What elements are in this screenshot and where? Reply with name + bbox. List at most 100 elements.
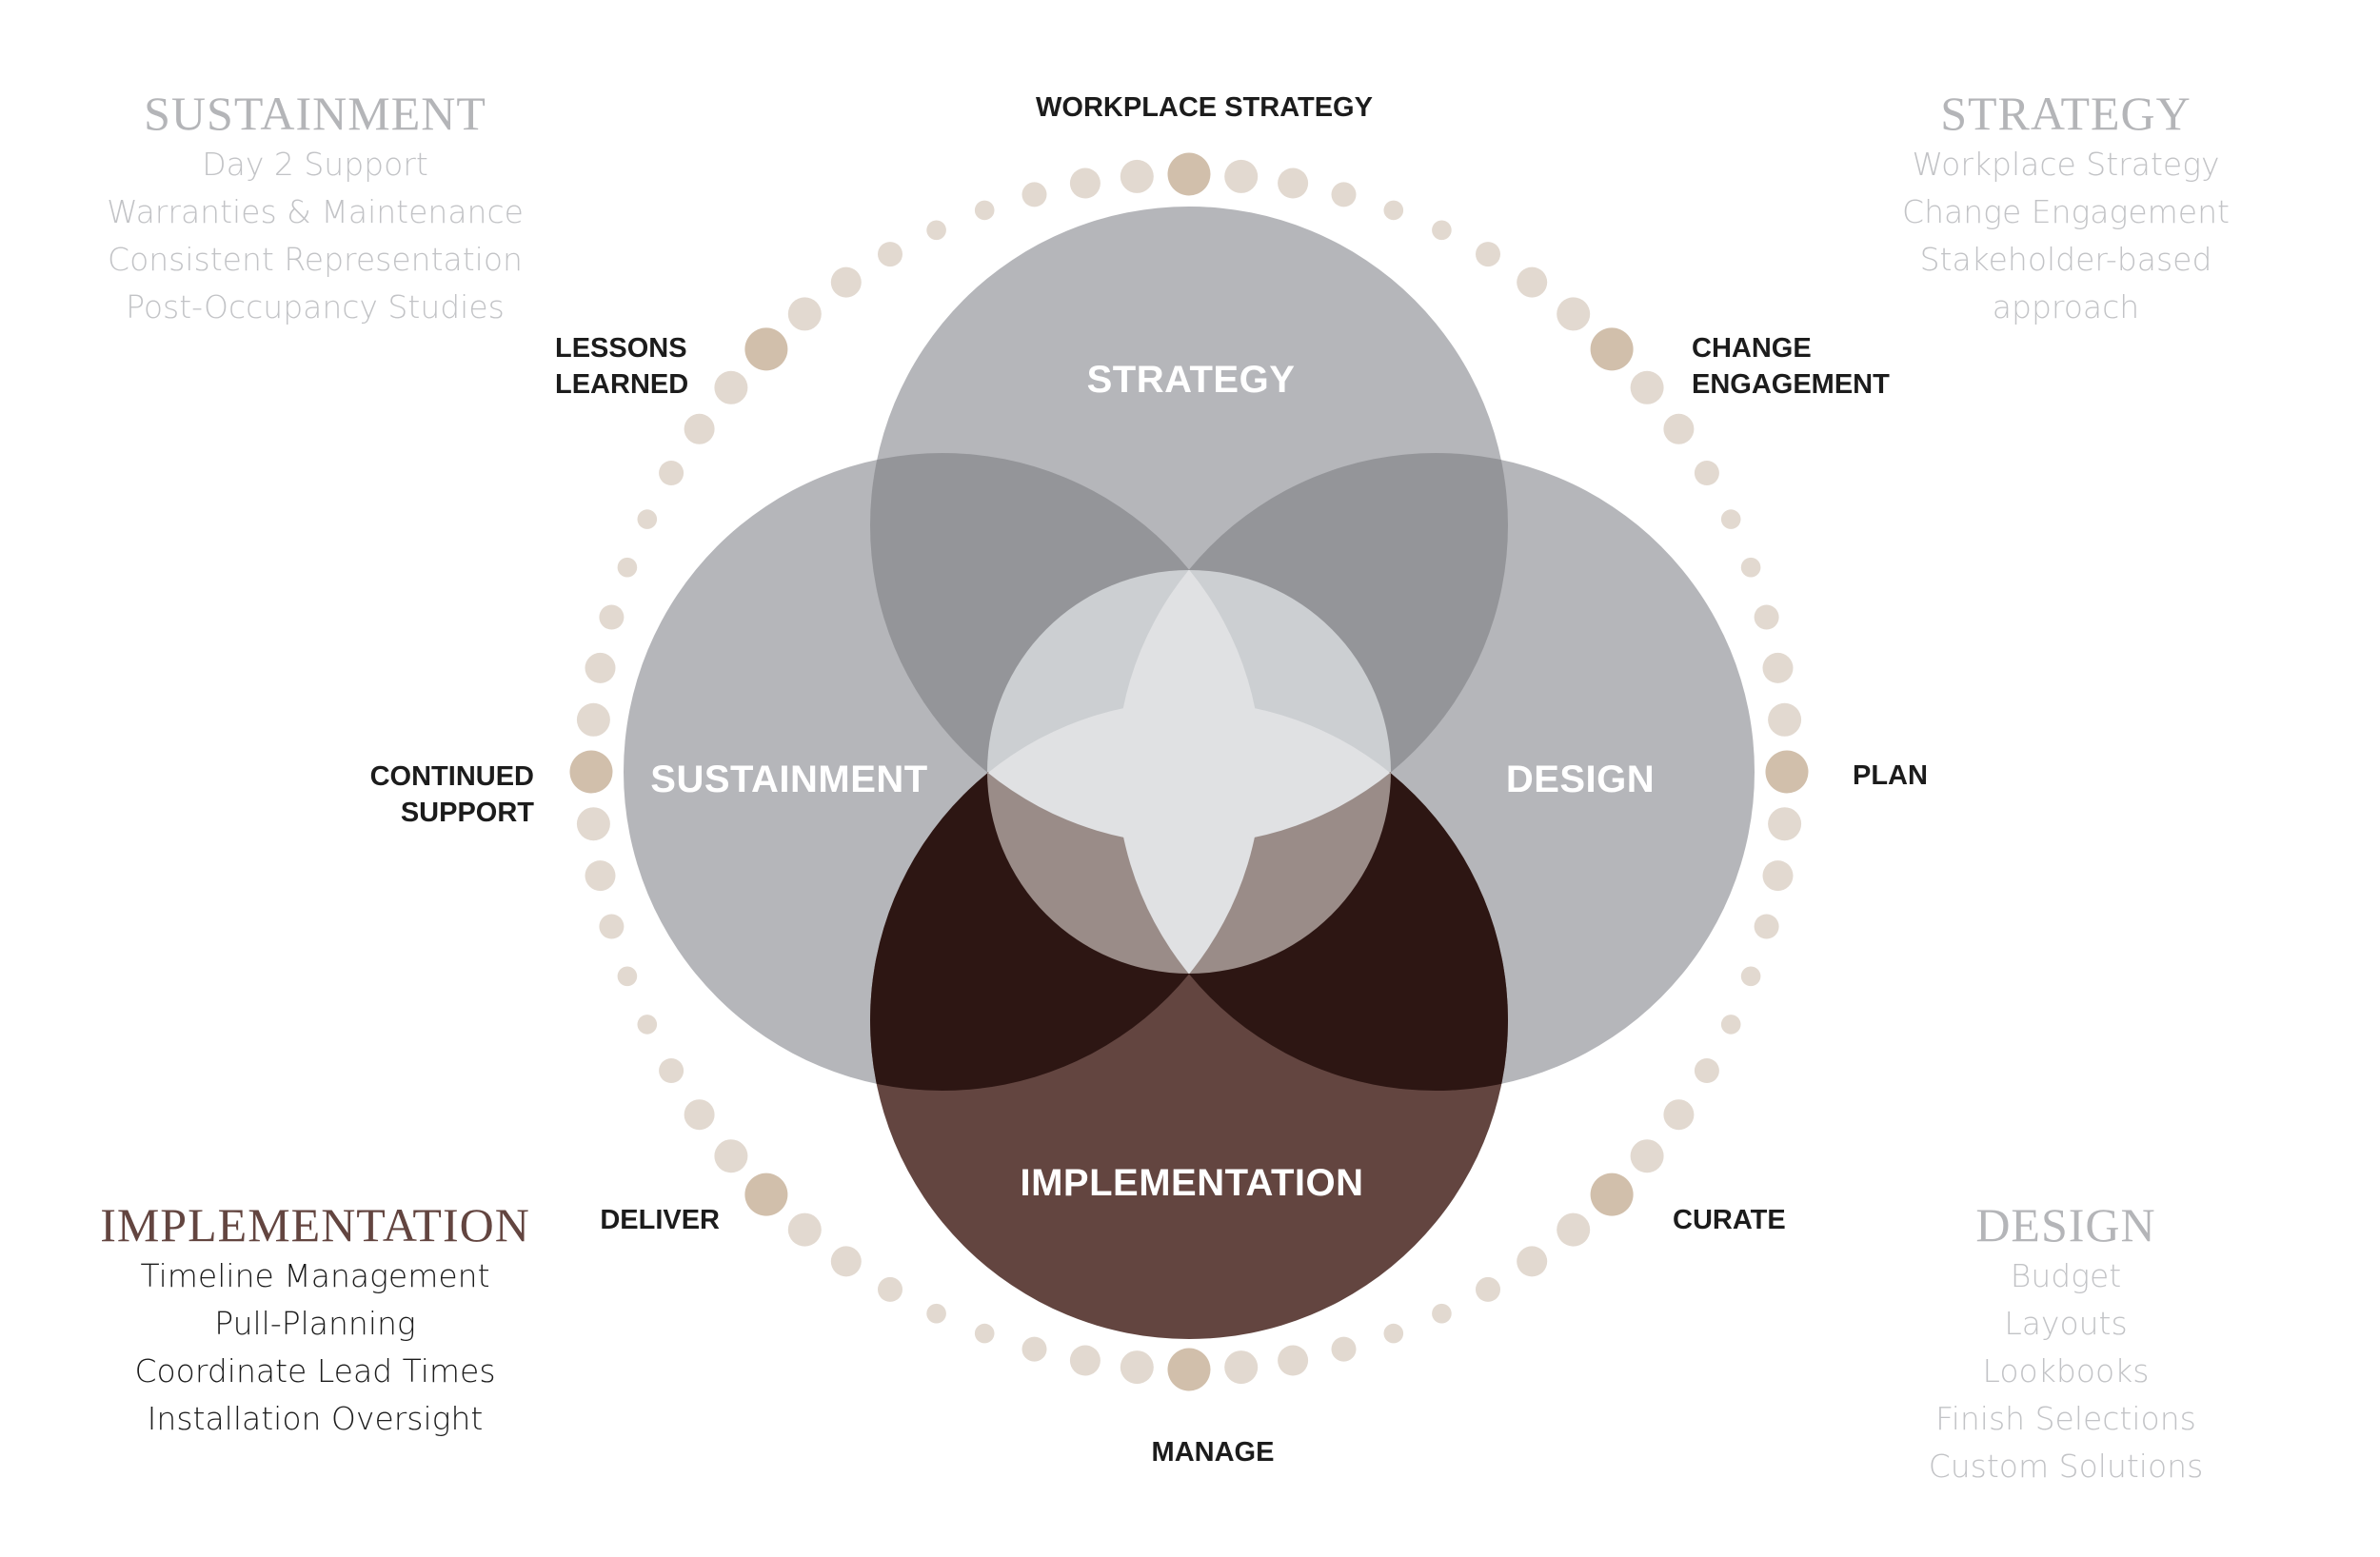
ring-accent-dot <box>1765 750 1809 794</box>
ring-dot <box>1762 860 1794 892</box>
strategy-item: approach <box>1992 288 2140 325</box>
ring-dot <box>1069 168 1101 199</box>
ring-dot <box>1663 1099 1695 1131</box>
ring-dot <box>1331 1336 1357 1362</box>
ring-dot <box>1517 1246 1548 1277</box>
ring-dot <box>714 1139 748 1173</box>
ring-dot <box>1432 220 1452 241</box>
ring-dot <box>926 220 946 241</box>
ring-label-workplace-strategy: WORKPLACE STRATEGY <box>1036 92 1373 123</box>
ring-dot <box>1630 370 1664 404</box>
ring-dot <box>599 604 625 630</box>
ring-dot <box>599 914 625 939</box>
ring-dot <box>1021 182 1047 207</box>
ring-dot <box>974 1323 995 1344</box>
ring-accent-dot <box>1167 1348 1211 1391</box>
implementation-item: Installation Oversight <box>147 1400 484 1437</box>
ring-dot <box>585 652 616 683</box>
ring-dot <box>787 297 822 331</box>
ring-dot <box>1120 159 1154 193</box>
design-item: Lookbooks <box>1982 1352 2150 1389</box>
ring-dot <box>684 1099 715 1131</box>
strategy-item: Change Engagement <box>1902 193 2230 230</box>
ring-dot <box>1278 168 1309 199</box>
ring-dot <box>659 461 684 485</box>
sustainment-item: Post-Occupancy Studies <box>126 288 505 325</box>
ring-dot <box>1432 1303 1452 1324</box>
ring-label-change: CHANGE <box>1692 333 1812 364</box>
ring-dot <box>830 1246 862 1277</box>
sustainment-circle-label: SUSTAINMENT <box>650 759 927 800</box>
ring-dot <box>1740 966 1761 987</box>
ring-label-learned: LEARNED <box>555 369 688 400</box>
ring-dot <box>1224 1350 1259 1385</box>
ring-dot <box>1224 159 1259 193</box>
strategy-item: Stakeholder-based <box>1919 241 2212 278</box>
ring-dot <box>830 266 862 298</box>
ring-dot <box>878 242 902 267</box>
sustainment-item: Warranties & Maintenance <box>107 193 524 230</box>
implementation-item: Pull-Planning <box>214 1305 416 1342</box>
ring-dot <box>974 200 995 221</box>
ring-dot <box>637 509 658 529</box>
ring-dot <box>659 1058 684 1083</box>
ring-dot <box>1278 1345 1309 1376</box>
implementation-item: Coordinate Lead Times <box>134 1352 496 1389</box>
ring-dot <box>617 557 638 578</box>
ring-dot <box>585 860 616 892</box>
ring-dot <box>1021 1336 1047 1362</box>
ring-dot <box>1740 557 1761 578</box>
ring-dot <box>926 1303 946 1324</box>
design-title: DESIGN <box>1975 1198 2156 1252</box>
design-circle-label: DESIGN <box>1506 759 1655 800</box>
ring-dot <box>1557 1212 1591 1247</box>
ring-dot <box>1768 702 1802 737</box>
ring-dot <box>1476 242 1500 267</box>
ring-label-engagement: ENGAGEMENT <box>1692 369 1890 400</box>
ring-accent-dot <box>1590 1173 1634 1216</box>
ring-label-continued: CONTINUED <box>370 761 534 792</box>
design-item: Budget <box>2010 1257 2122 1294</box>
ring-dot <box>1383 1323 1404 1344</box>
strategy-item: Workplace Strategy <box>1912 146 2220 183</box>
ring-dot <box>787 1212 822 1247</box>
ring-accent-dot <box>1167 152 1211 196</box>
ring-dot <box>576 702 610 737</box>
ring-dot <box>1694 461 1719 485</box>
ring-dot <box>1720 1015 1741 1035</box>
ring-dot <box>1663 413 1695 444</box>
ring-label-support: SUPPORT <box>401 798 534 828</box>
implementation-description: IMPLEMENTATION Timeline Management Pull-… <box>68 1197 563 1443</box>
ring-accent-dot <box>744 327 788 371</box>
ring-dot <box>637 1015 658 1035</box>
sustainment-item: Consistent Representation <box>108 241 523 278</box>
ring-label-lessons: LESSONS <box>555 333 687 364</box>
ring-dot <box>1694 1058 1719 1083</box>
ring-dot <box>684 413 715 444</box>
strategy-circle-label: STRATEGY <box>1087 359 1296 401</box>
ring-dot <box>1069 1345 1101 1376</box>
strategy-description: STRATEGY Workplace Strategy Change Engag… <box>1818 86 2313 331</box>
design-item: Custom Solutions <box>1928 1448 2204 1485</box>
ring-dot <box>1768 807 1802 841</box>
ring-dot <box>1517 266 1548 298</box>
ring-dot <box>617 966 638 987</box>
sustainment-description: SUSTAINMENT Day 2 Support Warranties & M… <box>68 86 563 331</box>
ring-accent-dot <box>569 750 613 794</box>
implementation-title: IMPLEMENTATION <box>100 1198 530 1252</box>
strategy-title: STRATEGY <box>1940 87 2192 140</box>
ring-dot <box>1630 1139 1664 1173</box>
ring-dot <box>878 1276 902 1302</box>
design-item: Finish Selections <box>1935 1400 2196 1437</box>
ring-accent-dot <box>1590 327 1634 371</box>
ring-label-curate: CURATE <box>1673 1205 1786 1235</box>
design-item: Layouts <box>2004 1305 2128 1342</box>
design-description: DESIGN Budget Layouts Lookbooks Finish S… <box>1818 1197 2313 1490</box>
ring-label-deliver: DELIVER <box>600 1205 720 1235</box>
ring-dot <box>1331 182 1357 207</box>
ring-dot <box>714 370 748 404</box>
ring-label-plan: PLAN <box>1853 760 1928 791</box>
ring-dot <box>1557 297 1591 331</box>
ring-dot <box>1120 1350 1154 1385</box>
ring-dot <box>1383 200 1404 221</box>
